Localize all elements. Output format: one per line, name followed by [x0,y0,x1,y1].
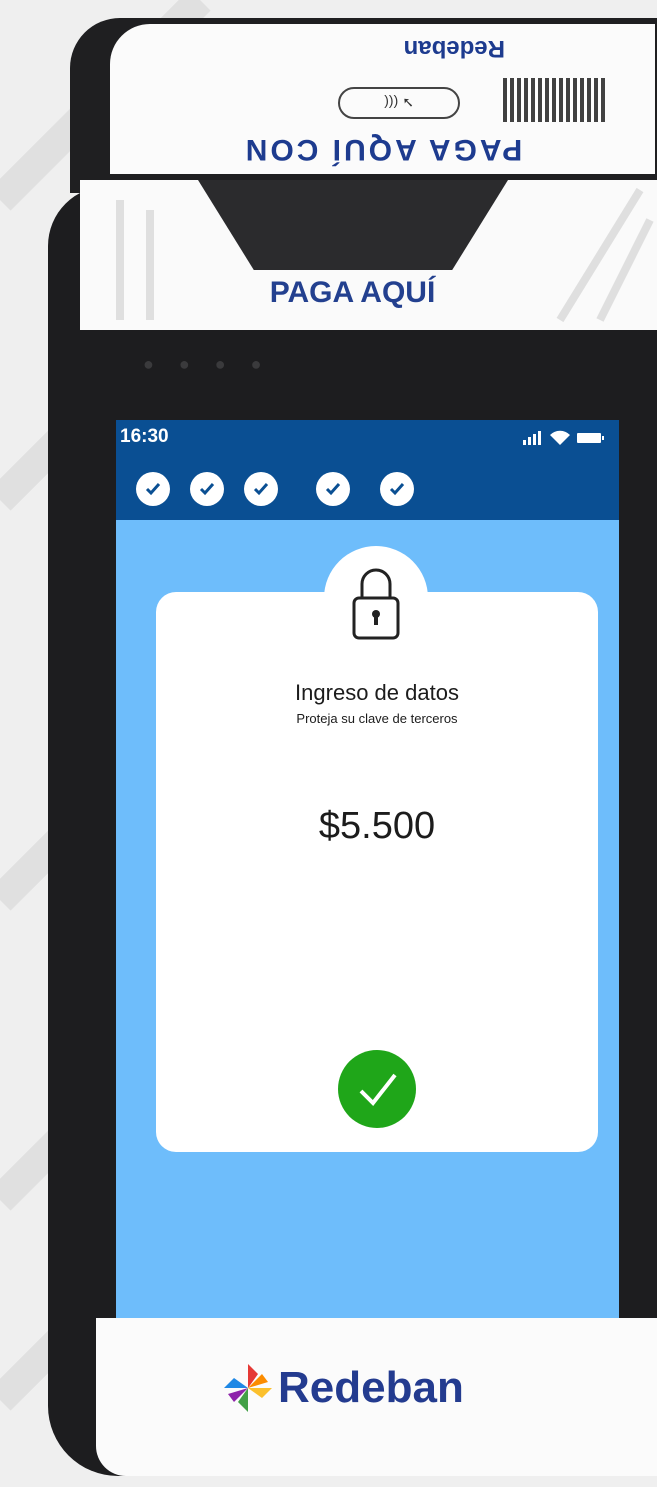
step-complete-icon [136,472,170,506]
battery-icon [577,433,604,443]
pos-terminal: PAGA AQUÍ CON ➘ ((( Redeban PAGA AQUÍ ● … [48,18,657,1476]
top-label-brand: Redeban [403,35,505,62]
top-label-text: PAGA AQUÍ CON [242,133,523,166]
wifi-icon [550,430,570,445]
reader-label: PAGA AQUÍ [269,276,436,309]
top-label: PAGA AQUÍ CON ➘ ((( Redeban [110,24,655,174]
card-subtitle: Proteja su clave de terceros [296,711,458,726]
system-icons [523,430,605,446]
clock: 16:30 [120,426,169,447]
step-complete-icon [190,472,224,506]
check-icon [338,1050,416,1128]
step-complete-icon [316,472,350,506]
step-complete-icon [380,472,414,506]
speaker-dots: ● ● ● ● [143,354,272,374]
bottom-panel: Redeban [96,1318,657,1476]
lock-badge [324,546,428,650]
signal-icon [523,431,541,445]
status-bar: 16:30 [116,420,619,520]
card-title: Ingreso de datos [295,680,459,705]
contactless-icon: ➘ ((( [338,87,460,119]
progress-steps [136,472,414,506]
transaction-amount: $5.500 [318,805,436,847]
lock-icon [352,568,400,640]
screen: 16:30 Ingreso de datos Proteja su clave … [116,420,619,1340]
brand-name: Redeban [278,1363,464,1412]
qr-code [501,78,605,122]
redeban-logo: Redeban [224,1363,464,1413]
redeban-mark-icon [224,1364,272,1412]
step-complete-icon [244,472,278,506]
